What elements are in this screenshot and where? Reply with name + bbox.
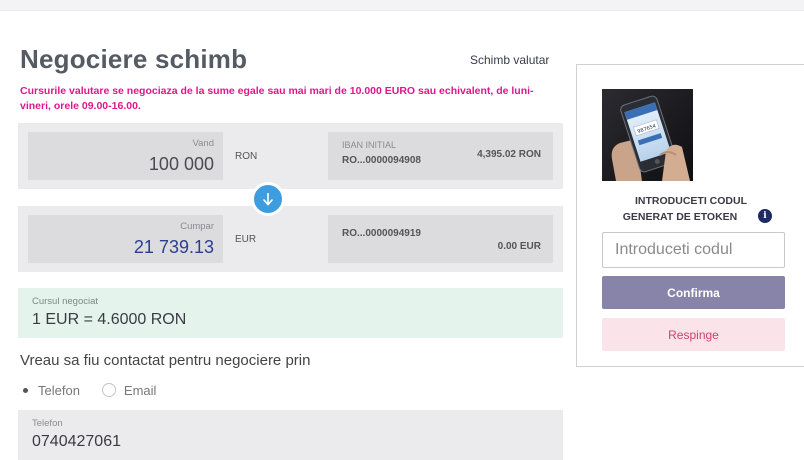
currency-exchange-link[interactable]: Schimb valutar xyxy=(470,53,549,67)
radio-selected-dot xyxy=(23,387,28,393)
sell-account-number: RO...0000094908 xyxy=(342,155,421,166)
phone-field[interactable]: Telefon 0740427061 xyxy=(18,410,563,460)
etoken-title-line1: INTRODUCETI CODUL xyxy=(635,195,747,207)
confirm-button[interactable]: Confirma xyxy=(602,276,785,309)
sell-account-selector[interactable]: IBAN INITIAL RO...0000094908 4,395.02 RO… xyxy=(328,132,553,180)
radio-email-label: Email xyxy=(123,382,157,398)
radio-unselected-circle xyxy=(101,383,116,397)
negotiated-rate-box: Cursul negociat 1 EUR = 4.6000 RON xyxy=(18,288,563,338)
buy-amount-field[interactable]: Cumpar 21 739.13 xyxy=(28,215,223,263)
etoken-card: 987654 INTRODUCETI CODUL GENERAT DE ETOK… xyxy=(576,64,804,367)
arrow-down-icon xyxy=(262,193,274,206)
phone-value: 0740427061 xyxy=(32,433,121,450)
buy-amount-value: 21 739.13 xyxy=(133,237,214,257)
radio-phone-label: Telefon xyxy=(38,382,80,398)
buy-account-number: RO...0000094919 xyxy=(342,228,421,239)
sell-account-balance: 4,395.02 RON xyxy=(477,149,541,160)
contact-method-options: Telefon Email xyxy=(20,381,156,399)
radio-email[interactable]: Email xyxy=(101,382,157,398)
phone-label: Telefon xyxy=(32,418,63,429)
buy-amount-label: Cumpar xyxy=(180,221,214,232)
rate-label: Cursul negociat xyxy=(32,296,99,307)
sell-amount-label: Vand xyxy=(192,138,214,149)
rate-value: 1 EUR = 4.6000 RON xyxy=(32,311,187,328)
top-bar xyxy=(0,0,804,11)
negotiation-notice: Cursurile valutare se negociaza de la su… xyxy=(20,85,534,112)
reject-button[interactable]: Respinge xyxy=(602,318,785,351)
buy-account-balance: 0.00 EUR xyxy=(497,241,541,252)
etoken-code-input[interactable] xyxy=(602,232,785,268)
buy-currency: EUR xyxy=(235,234,257,245)
page-title: Negociere schimb xyxy=(20,44,248,74)
sell-account-label: IBAN INITIAL xyxy=(342,140,397,150)
contact-heading: Vreau sa fiu contactat pentru negociere … xyxy=(20,352,311,369)
info-icon[interactable]: i xyxy=(758,209,772,223)
etoken-phone-image: 987654 xyxy=(602,89,693,181)
buy-row: Cumpar 21 739.13 EUR RO...0000094919 0.0… xyxy=(18,206,563,272)
sell-amount-value: 100 000 xyxy=(148,154,214,174)
sell-row: Vand 100 000 RON IBAN INITIAL RO...00000… xyxy=(18,123,563,189)
sell-amount-field[interactable]: Vand 100 000 xyxy=(28,132,223,180)
radio-phone[interactable]: Telefon xyxy=(20,383,80,398)
buy-account-selector[interactable]: RO...0000094919 0.00 EUR xyxy=(328,215,553,263)
swap-direction-button[interactable] xyxy=(251,182,285,216)
sell-currency: RON xyxy=(235,151,258,162)
